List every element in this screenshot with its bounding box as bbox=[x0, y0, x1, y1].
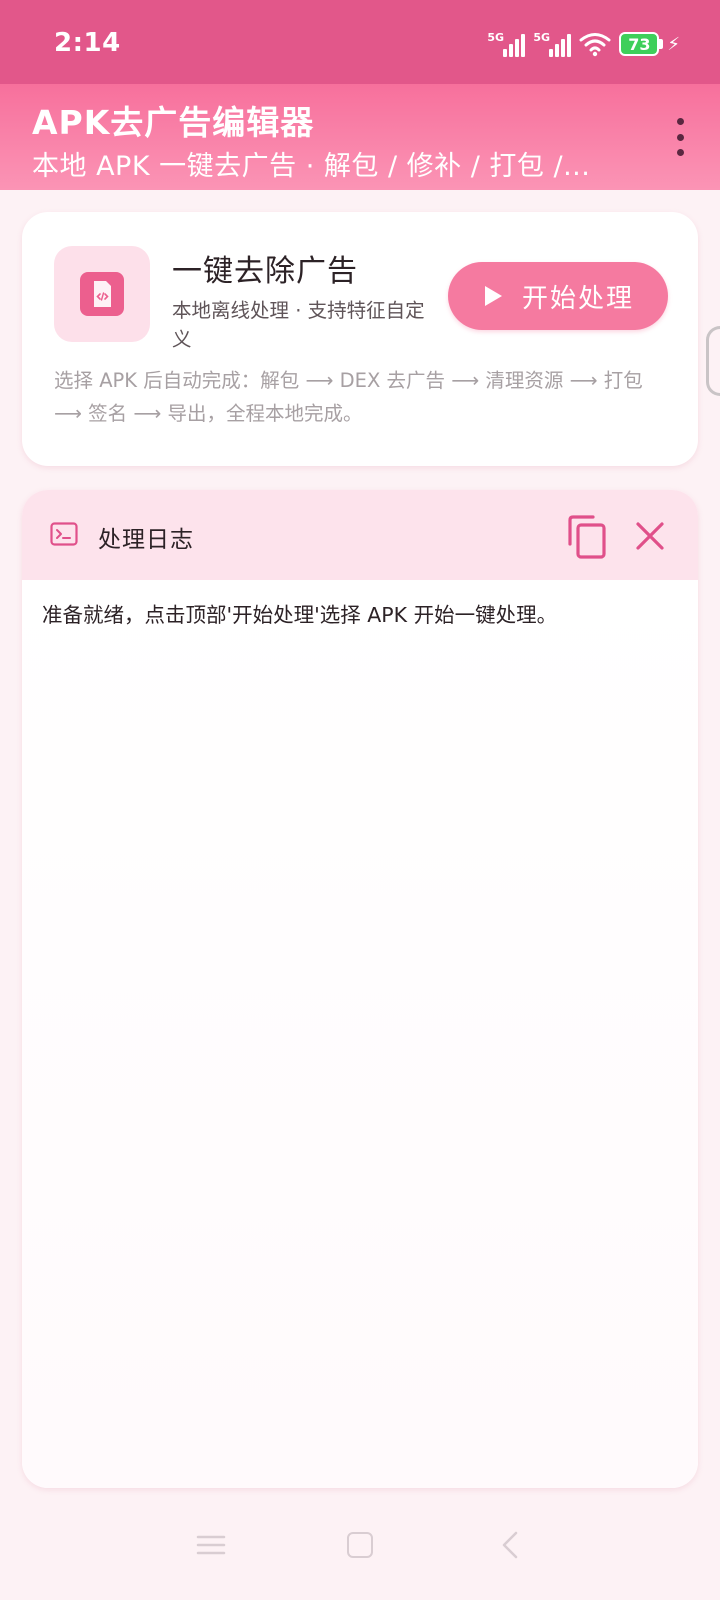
menu-icon[interactable] bbox=[196, 1534, 226, 1556]
navigation-bar bbox=[0, 1488, 720, 1600]
action-card: 一键去除广告 本地离线处理 · 支持特征自定义 开始处理 选择 APK 后自动完… bbox=[22, 212, 698, 466]
apk-file-icon bbox=[54, 246, 150, 342]
status-icons: 5G 5G 73 ⚡ bbox=[487, 28, 680, 60]
app-bar: APK去广告编辑器 本地 APK 一键去广告 · 解包 / 修补 / 打包 /.… bbox=[0, 84, 720, 190]
signal-icon: 5G bbox=[487, 31, 526, 57]
log-card: 处理日志 准备就绪，点击顶部'开始处理'选择 APK 开始一键处理。 bbox=[22, 490, 698, 1488]
app-subtitle: 本地 APK 一键去广告 · 解包 / 修补 / 打包 /... bbox=[32, 151, 591, 182]
back-icon[interactable] bbox=[500, 1530, 520, 1560]
battery-level: 73 bbox=[619, 32, 660, 56]
battery-icon: 73 ⚡ bbox=[619, 32, 680, 56]
charging-icon: ⚡ bbox=[667, 33, 680, 55]
more-vert-icon[interactable] bbox=[668, 118, 692, 156]
edge-panel-handle[interactable] bbox=[706, 326, 720, 396]
home-icon[interactable] bbox=[347, 1532, 373, 1558]
terminal-icon bbox=[50, 522, 78, 546]
signal-icon: 5G bbox=[533, 31, 572, 57]
log-text: 准备就绪，点击顶部'开始处理'选择 APK 开始一键处理。 bbox=[42, 603, 558, 627]
status-time: 2:14 bbox=[54, 28, 121, 58]
start-processing-button[interactable]: 开始处理 bbox=[448, 262, 668, 330]
card-note: 选择 APK 后自动完成：解包 ⟶ DEX 去广告 ⟶ 清理资源 ⟶ 打包 ⟶ … bbox=[54, 369, 643, 425]
card-description: 本地离线处理 · 支持特征自定义 bbox=[172, 299, 425, 351]
copy-icon[interactable] bbox=[566, 514, 608, 560]
card-title: 一键去除广告 bbox=[172, 254, 358, 289]
wifi-icon bbox=[579, 33, 611, 57]
play-icon bbox=[484, 286, 502, 306]
log-body bbox=[22, 580, 698, 1488]
log-header: 处理日志 bbox=[22, 490, 698, 580]
close-icon[interactable] bbox=[634, 520, 666, 552]
app-title: APK去广告编辑器 bbox=[32, 103, 315, 142]
start-button-label: 开始处理 bbox=[521, 283, 634, 314]
log-title: 处理日志 bbox=[98, 527, 194, 553]
status-bar: 2:14 5G 5G 73 ⚡ bbox=[0, 0, 720, 84]
